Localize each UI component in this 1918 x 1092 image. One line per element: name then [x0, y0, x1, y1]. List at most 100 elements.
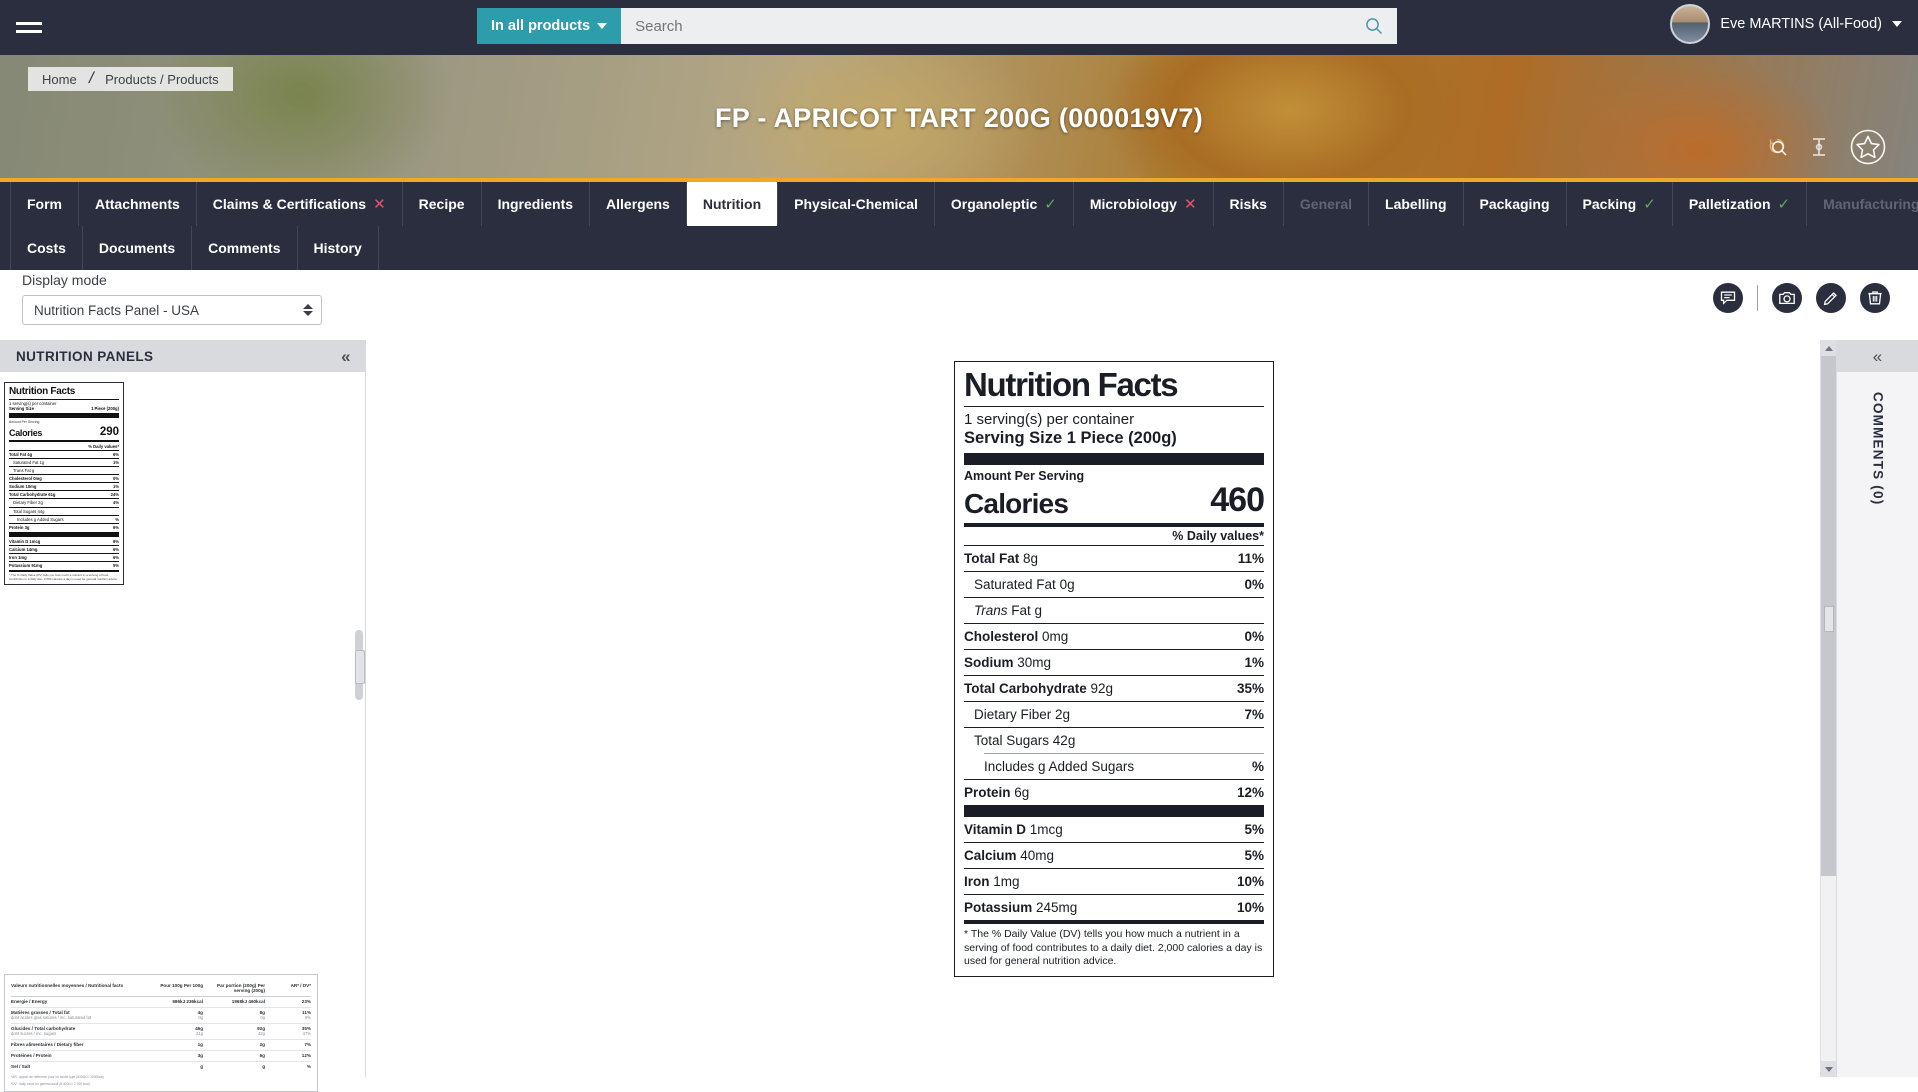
check-mark-icon: ✓ — [1778, 195, 1791, 213]
thumb-micronutrient-row: Iron 1mg6% — [9, 555, 119, 560]
tab-risks[interactable]: Risks — [1214, 182, 1284, 226]
tab-label: History — [314, 240, 362, 256]
breadcrumb-home[interactable]: Home — [42, 72, 77, 87]
nfp-calories-label: Calories — [964, 488, 1068, 520]
search-input[interactable] — [633, 17, 1363, 36]
chevron-double-left-icon[interactable]: « — [341, 348, 351, 365]
comments-sidebar: « COMMENTS (0) — [1836, 340, 1918, 1077]
nutrient-row: Total Fat 8g11% — [964, 546, 1264, 571]
nutrient-row: Trans Fat g — [964, 598, 1264, 623]
breadcrumb-current[interactable]: Products / Products — [105, 72, 218, 87]
tab-history[interactable]: History — [298, 226, 379, 270]
thumb-nutrient-name: Total Sugars 44g — [13, 509, 44, 514]
tab-form[interactable]: Form — [10, 182, 79, 226]
tab-palletization[interactable]: Palletization✓ — [1673, 182, 1807, 226]
micronutrient-row: Calcium 40mg5% — [964, 843, 1264, 868]
product-hero-banner: Home / Products / Products FP - APRICOT … — [0, 55, 1918, 182]
nutrient-amount: 0g — [1056, 577, 1075, 592]
tab-claims-certifications[interactable]: Claims & Certifications✕ — [197, 182, 403, 226]
nutrient-amount: 2g — [1051, 707, 1070, 722]
nutrient-row: Saturated Fat 0g0% — [964, 572, 1264, 597]
tab-ingredients[interactable]: Ingredients — [482, 182, 590, 226]
nutrient-row: Cholesterol 0mg0% — [964, 624, 1264, 649]
eu-row-label: Energie / Energy — [11, 999, 141, 1004]
tab-documents[interactable]: Documents — [83, 226, 192, 270]
thumb-micronutrient-row: Potassium 91mg5% — [9, 563, 119, 568]
nutrient-name: Total Sugars — [974, 733, 1049, 748]
tab-microbiology[interactable]: Microbiology✕ — [1074, 182, 1214, 226]
delete-trash-icon[interactable] — [1860, 283, 1890, 313]
tab-physical-chemical[interactable]: Physical-Chemical — [778, 182, 935, 226]
eu-row-perserving: 1968kJ 460kcal — [203, 999, 265, 1004]
nutrient-name-amount: Total Sugars 42g — [974, 733, 1075, 748]
error-cross-icon: ✕ — [373, 195, 386, 213]
micronutrient-amount: 245mg — [1032, 900, 1077, 915]
scrollbar-grip[interactable] — [1824, 606, 1834, 632]
tab-allergens[interactable]: Allergens — [590, 182, 687, 226]
nutrition-panel-thumbnail-eu[interactable]: Valeurs nutritionnelles moyennes / Nutri… — [4, 974, 318, 1092]
scroll-up-icon[interactable] — [1821, 340, 1837, 356]
micronutrient-row: Vitamin D 1mcg5% — [964, 817, 1264, 842]
tab-label: Microbiology — [1090, 196, 1177, 212]
tab-packaging[interactable]: Packaging — [1464, 182, 1567, 226]
thumb-nutrient-row: Sodium 10mg1% — [9, 484, 119, 489]
thumb-row-divider — [9, 466, 119, 467]
thumb-micronutrient-daily-value: 6% — [113, 539, 119, 544]
nutrition-panel-thumbnail-usa[interactable]: Nutrition Facts 1 serving(s) per contain… — [4, 382, 124, 585]
nutrient-name: Includes g Added Sugars — [984, 759, 1134, 774]
hero-accent-underline — [0, 178, 1918, 182]
chevron-double-left-icon[interactable]: « — [1873, 348, 1882, 365]
comment-icon[interactable] — [1713, 283, 1743, 313]
compare-icon[interactable] — [1806, 134, 1832, 165]
thumb-nutrient-row: Total Sugars 44g — [9, 509, 119, 514]
nutrient-name-amount: Includes g Added Sugars — [984, 759, 1134, 774]
comments-sidebar-header: « — [1837, 340, 1918, 372]
search-icon[interactable] — [1363, 15, 1385, 37]
nutrient-name: Total Carbohydrate — [964, 681, 1087, 696]
tab-comments[interactable]: Comments — [192, 226, 297, 270]
eu-row-per100: g — [141, 1064, 203, 1069]
check-mark-icon: ✓ — [1044, 195, 1057, 213]
nutrient-name: Cholesterol — [964, 629, 1038, 644]
user-menu[interactable]: Eve MARTINS (All-Food) — [1670, 4, 1902, 44]
tab-label: Ingredients — [498, 196, 573, 212]
thumb-micronutrient-rows: Vitamin D 1mcg6%Calcium 14mg6%Iron 1mg6%… — [9, 539, 119, 569]
thumb-micronutrient-daily-value: 6% — [113, 547, 119, 552]
eu-header-dv: AR* / DV* — [265, 983, 311, 993]
eu-row-label: Protéines / Protein — [11, 1053, 141, 1058]
thumb-micronutrient-name: Calcium 14mg — [9, 547, 37, 552]
search-scope-dropdown[interactable]: In all products — [477, 8, 621, 44]
display-mode-select[interactable]: Nutrition Facts Panel - USA — [22, 295, 322, 325]
search-scope-label: In all products — [491, 18, 590, 34]
nutrition-panels-title: NUTRITION PANELS — [16, 349, 153, 364]
sidebar-resize-handle[interactable] — [355, 650, 365, 684]
tab-nutrition[interactable]: Nutrition — [687, 182, 778, 226]
camera-icon[interactable] — [1772, 283, 1802, 313]
micronutrient-row: Iron 1mg10% — [964, 869, 1264, 894]
tab-organoleptic[interactable]: Organoleptic ✓ — [935, 182, 1074, 226]
tab-label: Allergens — [606, 196, 670, 212]
edit-pencil-icon[interactable] — [1816, 283, 1846, 313]
tab-label: Organoleptic — [951, 196, 1037, 212]
canvas-scrollbar[interactable] — [1820, 340, 1836, 1077]
thumb-row-divider — [9, 474, 119, 475]
tab-labelling[interactable]: Labelling — [1369, 182, 1463, 226]
scrollbar-thumb[interactable] — [1821, 356, 1837, 876]
toolbar-divider — [1757, 285, 1758, 311]
scroll-down-icon[interactable] — [1821, 1061, 1837, 1077]
eu-table-row: Matières grasses / Total fatdont acides … — [11, 1008, 311, 1024]
nutrient-daily-value: 35% — [1237, 681, 1264, 696]
tab-label: Manufacturing process — [1823, 196, 1918, 212]
hamburger-menu-icon[interactable] — [0, 0, 58, 55]
comments-sidebar-title[interactable]: COMMENTS (0) — [1871, 392, 1886, 505]
favorite-star-icon[interactable] — [1848, 127, 1888, 172]
tab-recipe[interactable]: Recipe — [403, 182, 482, 226]
tab-costs[interactable]: Costs — [10, 226, 83, 270]
nutrient-row: Includes g Added Sugars% — [964, 754, 1264, 779]
nutrition-facts-panel: Nutrition Facts 1 serving(s) per contain… — [954, 361, 1274, 977]
history-search-icon[interactable] — [1764, 134, 1790, 165]
tab-packing[interactable]: Packing✓ — [1567, 182, 1673, 226]
nfp-micronutrient-rows: Vitamin D 1mcg5%Calcium 40mg5%Iron 1mg10… — [964, 817, 1264, 920]
tab-attachments[interactable]: Attachments — [79, 182, 197, 226]
nutrient-name-amount: Protein 6g — [964, 785, 1029, 800]
